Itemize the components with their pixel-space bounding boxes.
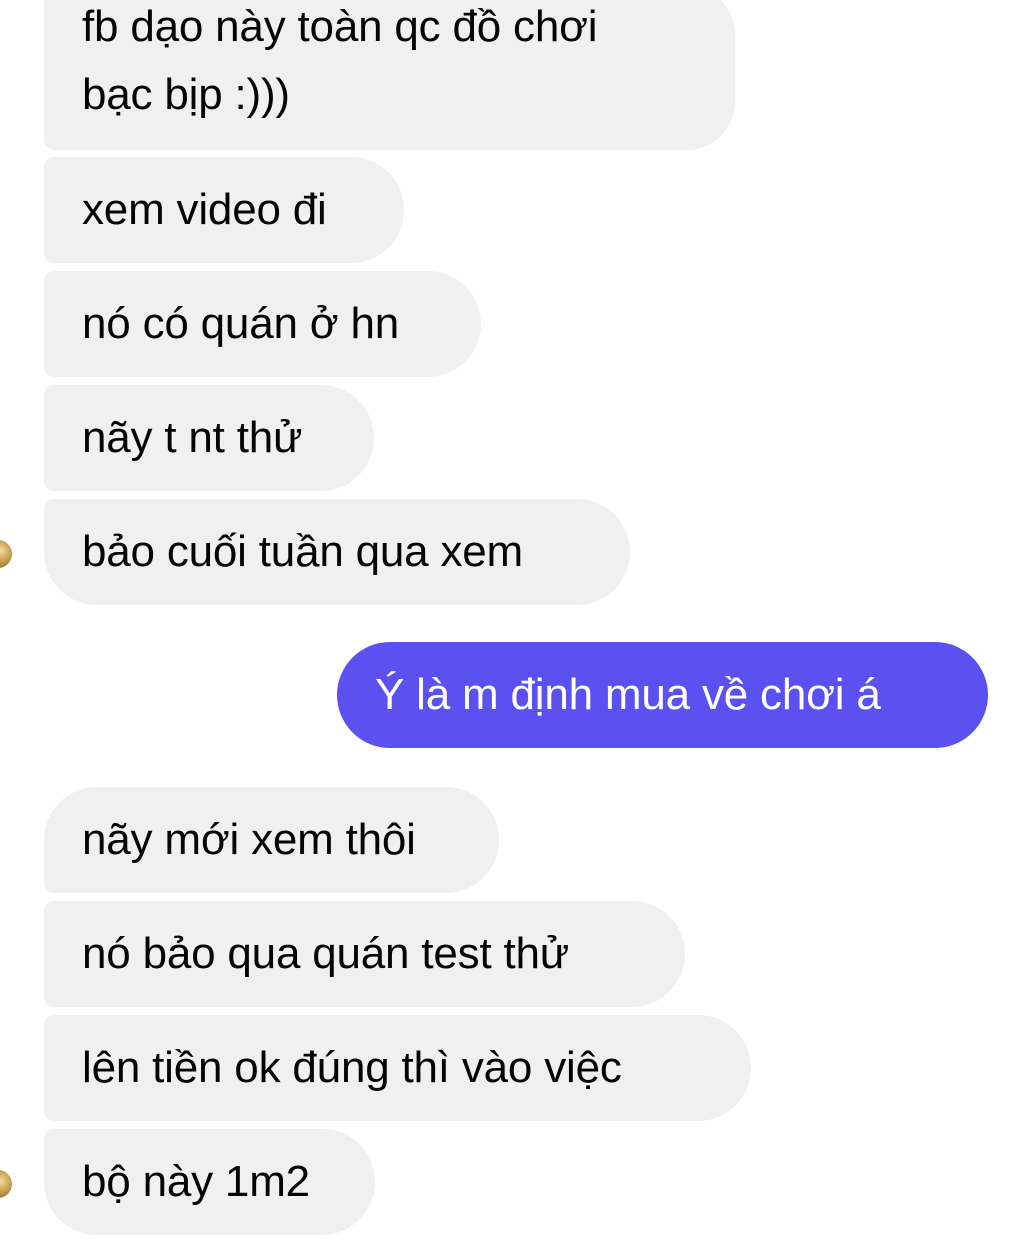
message-text: nãy mới xem thôi xyxy=(82,815,416,864)
message-text: xem video đi xyxy=(82,185,327,234)
incoming-message-bubble[interactable]: nó bảo qua quán test thử xyxy=(44,901,685,1007)
message-text: bảo cuối tuần qua xem xyxy=(82,527,523,576)
incoming-message-bubble[interactable]: lên tiền ok đúng thì vào việc xyxy=(44,1015,751,1121)
sender-avatar[interactable] xyxy=(0,1168,14,1200)
message-text-line: bạc bịp :))) xyxy=(82,70,290,119)
incoming-message-bubble[interactable]: bảo cuối tuần qua xem xyxy=(44,499,630,605)
message-text: nó có quán ở hn xyxy=(82,299,399,348)
incoming-message-bubble[interactable]: bộ này 1m2 xyxy=(44,1129,375,1235)
incoming-message-bubble[interactable]: nãy t nt thử xyxy=(44,385,374,491)
message-text: Ý là m định mua về chơi á xyxy=(375,670,881,719)
message-text-line: fb dạo này toàn qc đồ chơi xyxy=(82,2,598,51)
incoming-message-bubble[interactable]: nãy mới xem thôi xyxy=(44,787,499,893)
sender-avatar[interactable] xyxy=(0,538,14,570)
incoming-message-bubble[interactable]: nó có quán ở hn xyxy=(44,271,481,377)
message-text: nãy t nt thử xyxy=(82,413,303,462)
message-text: bộ này 1m2 xyxy=(82,1157,310,1206)
outgoing-message-bubble[interactable]: Ý là m định mua về chơi á xyxy=(337,642,988,748)
incoming-message-bubble[interactable]: fb dạo này toàn qc đồ chơi bạc bịp :))) xyxy=(44,0,735,150)
message-text: lên tiền ok đúng thì vào việc xyxy=(82,1043,622,1092)
incoming-message-bubble[interactable]: xem video đi xyxy=(44,157,404,263)
message-text: nó bảo qua quán test thử xyxy=(82,929,570,978)
